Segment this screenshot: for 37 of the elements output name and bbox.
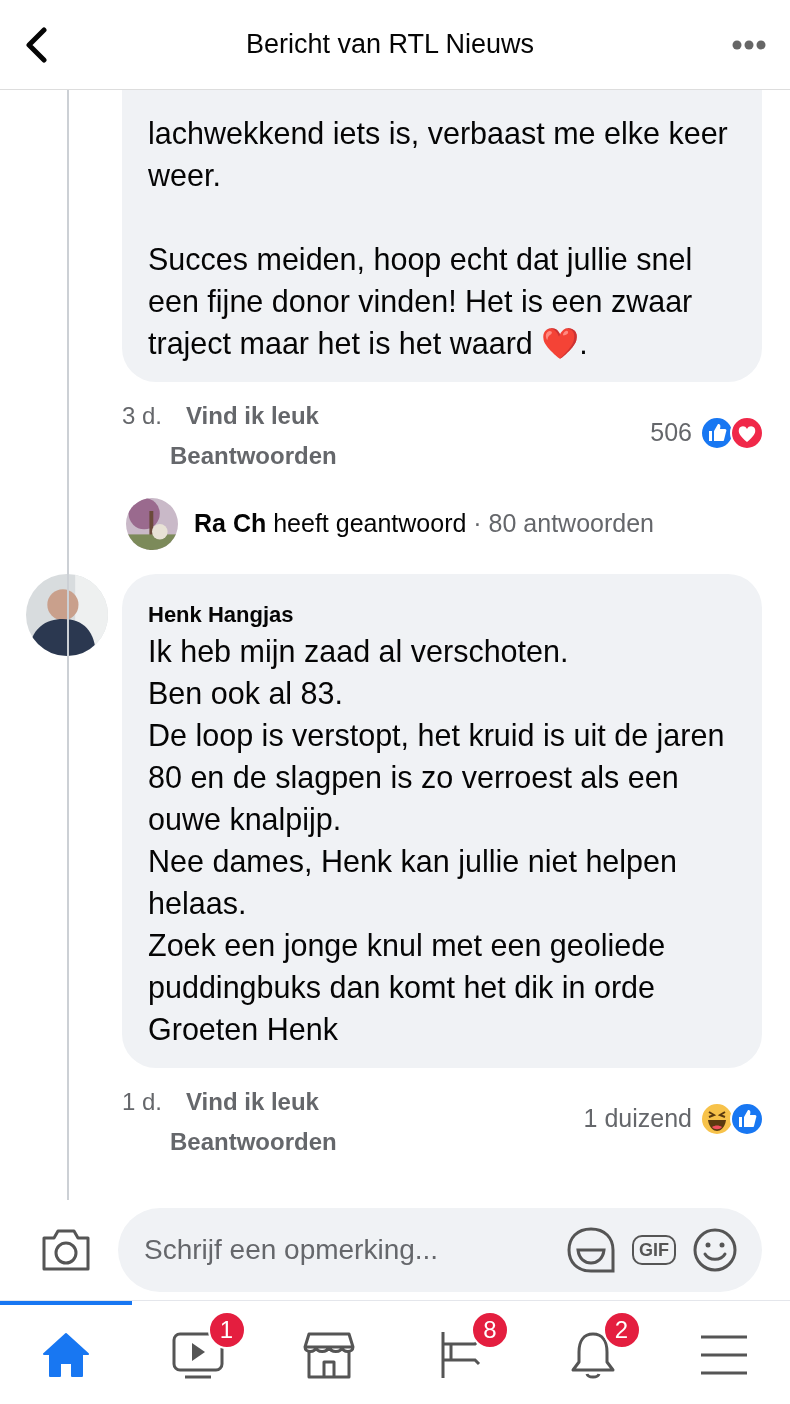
- sticker-icon[interactable]: [566, 1226, 616, 1274]
- timestamp: 1 d.: [122, 1087, 163, 1117]
- reaction-count[interactable]: 1 duizend: [583, 1100, 692, 1138]
- notification-badge: 8: [470, 1311, 509, 1349]
- nav-tab[interactable]: 8: [395, 1301, 527, 1404]
- comment-text: Ben ook al 83.: [148, 675, 344, 712]
- page-title: Bericht van RTL Nieuws: [245, 28, 535, 62]
- more-icon[interactable]: [732, 39, 766, 50]
- like-link[interactable]: Vind ik leuk: [186, 398, 319, 434]
- thumbs-up-icon: [730, 1101, 764, 1136]
- home-icon[interactable]: [40, 1330, 91, 1379]
- comment-field[interactable]: Schrijf een opmerking... GIF: [118, 1208, 762, 1292]
- comment-text: lachwekkend iets is, verbaast me elke keer weer.: [148, 115, 729, 194]
- thumbs-up-icon: [700, 415, 734, 450]
- nav-tab[interactable]: 2: [526, 1301, 659, 1404]
- timestamp: 3 d.: [122, 401, 163, 431]
- comment-text: Groeten Henk: [148, 1011, 339, 1048]
- notification-badge: 1: [207, 1311, 246, 1349]
- reply-link[interactable]: Beantwoorden: [122, 1124, 337, 1160]
- reply-link[interactable]: Beantwoorden: [122, 438, 337, 474]
- comment-text: De loop is verstopt, het kruid is uit de jaren 80 en de slagpen is zo verroest als een ouwe knalpijp.: [148, 717, 726, 839]
- storefront-icon[interactable]: [303, 1330, 356, 1379]
- comment-text: Nee dames, Henk kan jullie niet helpen helaas.: [148, 843, 678, 922]
- back-icon[interactable]: [24, 26, 48, 63]
- comment-text: Ik heb mijn zaad al verschoten.: [148, 633, 570, 671]
- comment-text: Succes meiden, hoop echt dat jullie snel een fijne donor vinden! Het is een zwaar traject maar het is het waard ❤.: [148, 241, 694, 363]
- camera-icon[interactable]: [40, 1228, 92, 1272]
- reaction-count[interactable]: 506: [650, 414, 692, 452]
- comment-text: Zoek een jonge knul met een geoliede puddingbuks dan komt het dik in orde: [148, 927, 667, 1007]
- gif-button[interactable]: GIF: [632, 1235, 676, 1265]
- emoji-icon[interactable]: [692, 1227, 738, 1273]
- author-name[interactable]: Henk Hangjas: [148, 600, 740, 630]
- notification-badge: 2: [602, 1311, 641, 1349]
- laughing-face-icon: [700, 1101, 734, 1136]
- nav-tab[interactable]: 1: [131, 1301, 264, 1404]
- replies-summary[interactable]: Ra Ch heeft geantwoord · 80 antwoorden: [194, 505, 654, 543]
- like-link[interactable]: Vind ik leuk: [186, 1084, 319, 1120]
